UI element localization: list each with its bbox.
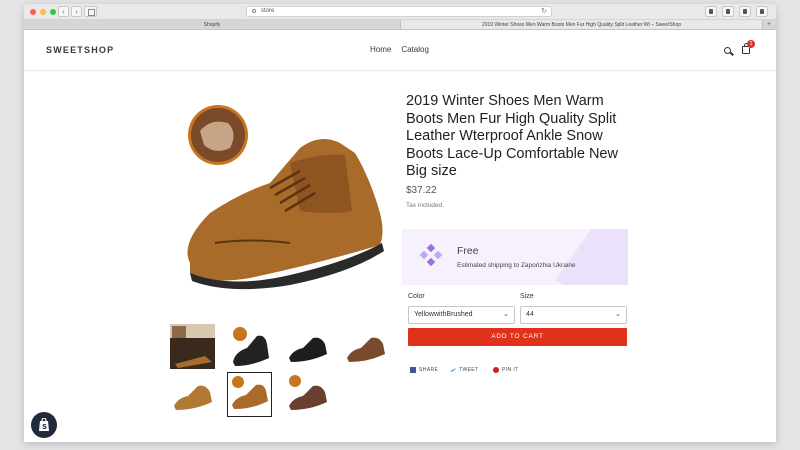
minimize-window-button[interactable] [40, 9, 46, 15]
share-label: SHARE [419, 367, 439, 373]
pinit-label: PIN IT [502, 367, 519, 373]
store-header: SWEETSHOP Home Catalog 1 [24, 31, 776, 71]
shopify-icon[interactable]: S [31, 412, 57, 438]
banner-decoration [555, 229, 628, 285]
tab-product[interactable]: 2019 Winter Shoes Men Warm Boots Men Fur… [400, 20, 762, 29]
nav-catalog-link[interactable]: Catalog [401, 45, 429, 54]
thumbnail-1[interactable] [170, 324, 215, 369]
store-logo[interactable]: SWEETSHOP [46, 45, 114, 55]
svg-text:S: S [42, 423, 47, 431]
size-label: Size [520, 293, 534, 300]
thumbnail-2[interactable] [227, 324, 272, 369]
product-main-image[interactable] [170, 93, 394, 311]
add-to-cart-button[interactable]: ADD TO CART [408, 328, 627, 346]
chevron-down-icon: ⌄ [503, 311, 509, 318]
reload-icon[interactable]: ↻ [541, 7, 547, 16]
shipping-title: Free [457, 245, 479, 257]
shipping-subtitle: Estimated shipping to Zaporizhia Ukraine [457, 262, 576, 269]
thumbnail-7[interactable] [285, 372, 330, 417]
shipping-banner: Free Estimated shipping to Zaporizhia Uk… [402, 229, 628, 285]
diamond-icon [420, 244, 442, 266]
extension-icon-3[interactable] [739, 6, 751, 17]
tabs-overview-icon[interactable] [756, 6, 768, 17]
thumbnail-5[interactable] [170, 372, 215, 417]
store-page: SWEETSHOP Home Catalog 1 2019 Winter Sho… [24, 31, 776, 442]
product-title: 2019 Winter Shoes Men Warm Boots Men Fur… [406, 93, 618, 179]
twitter-icon [450, 368, 456, 372]
thumbnail-3[interactable] [285, 324, 330, 369]
browser-window: ‹ › store ↻ Shopify 2019 Winter Shoes Me… [24, 4, 776, 442]
color-select[interactable]: YellowwithBrushed ⌄ [408, 306, 515, 324]
thumbnail-6-selected[interactable] [227, 372, 272, 417]
window-controls [30, 9, 56, 15]
maximize-window-button[interactable] [50, 9, 56, 15]
back-button[interactable]: ‹ [58, 6, 69, 17]
sidebar-toggle-icon[interactable] [84, 6, 97, 17]
tab-bar: Shopify 2019 Winter Shoes Men Warm Boots… [24, 20, 776, 30]
search-icon [252, 9, 256, 13]
new-tab-button[interactable]: + [762, 20, 775, 29]
address-bar[interactable]: store ↻ [246, 6, 552, 17]
share-twitter-button[interactable]: TWEET [450, 367, 479, 373]
color-label: Color [408, 293, 425, 300]
close-window-button[interactable] [30, 9, 36, 15]
share-pinterest-button[interactable]: PIN IT [493, 367, 519, 373]
extension-icon-1[interactable] [705, 6, 717, 17]
share-facebook-button[interactable]: SHARE [410, 367, 438, 373]
search-icon[interactable] [724, 47, 731, 54]
browser-toolbar: ‹ › store ↻ [24, 4, 776, 20]
facebook-icon [410, 367, 416, 373]
product-price: $37.22 [406, 185, 437, 196]
chevron-down-icon: ⌄ [615, 311, 621, 318]
size-select-value: 44 [526, 311, 534, 318]
url-text: store [261, 8, 275, 14]
pinterest-icon [493, 367, 499, 373]
size-select[interactable]: 44 ⌄ [520, 306, 627, 324]
tab-shopify[interactable]: Shopify [24, 20, 400, 29]
thumbnail-4[interactable] [343, 324, 388, 369]
tweet-label: TWEET [459, 367, 479, 373]
tax-note: Tax included. [406, 202, 444, 209]
color-select-value: YellowwithBrushed [414, 311, 473, 318]
nav-home-link[interactable]: Home [370, 45, 391, 54]
forward-button[interactable]: › [71, 6, 82, 17]
cart-count-badge: 1 [747, 40, 755, 48]
main-nav: Home Catalog [370, 45, 429, 54]
extension-icon-2[interactable] [722, 6, 734, 17]
